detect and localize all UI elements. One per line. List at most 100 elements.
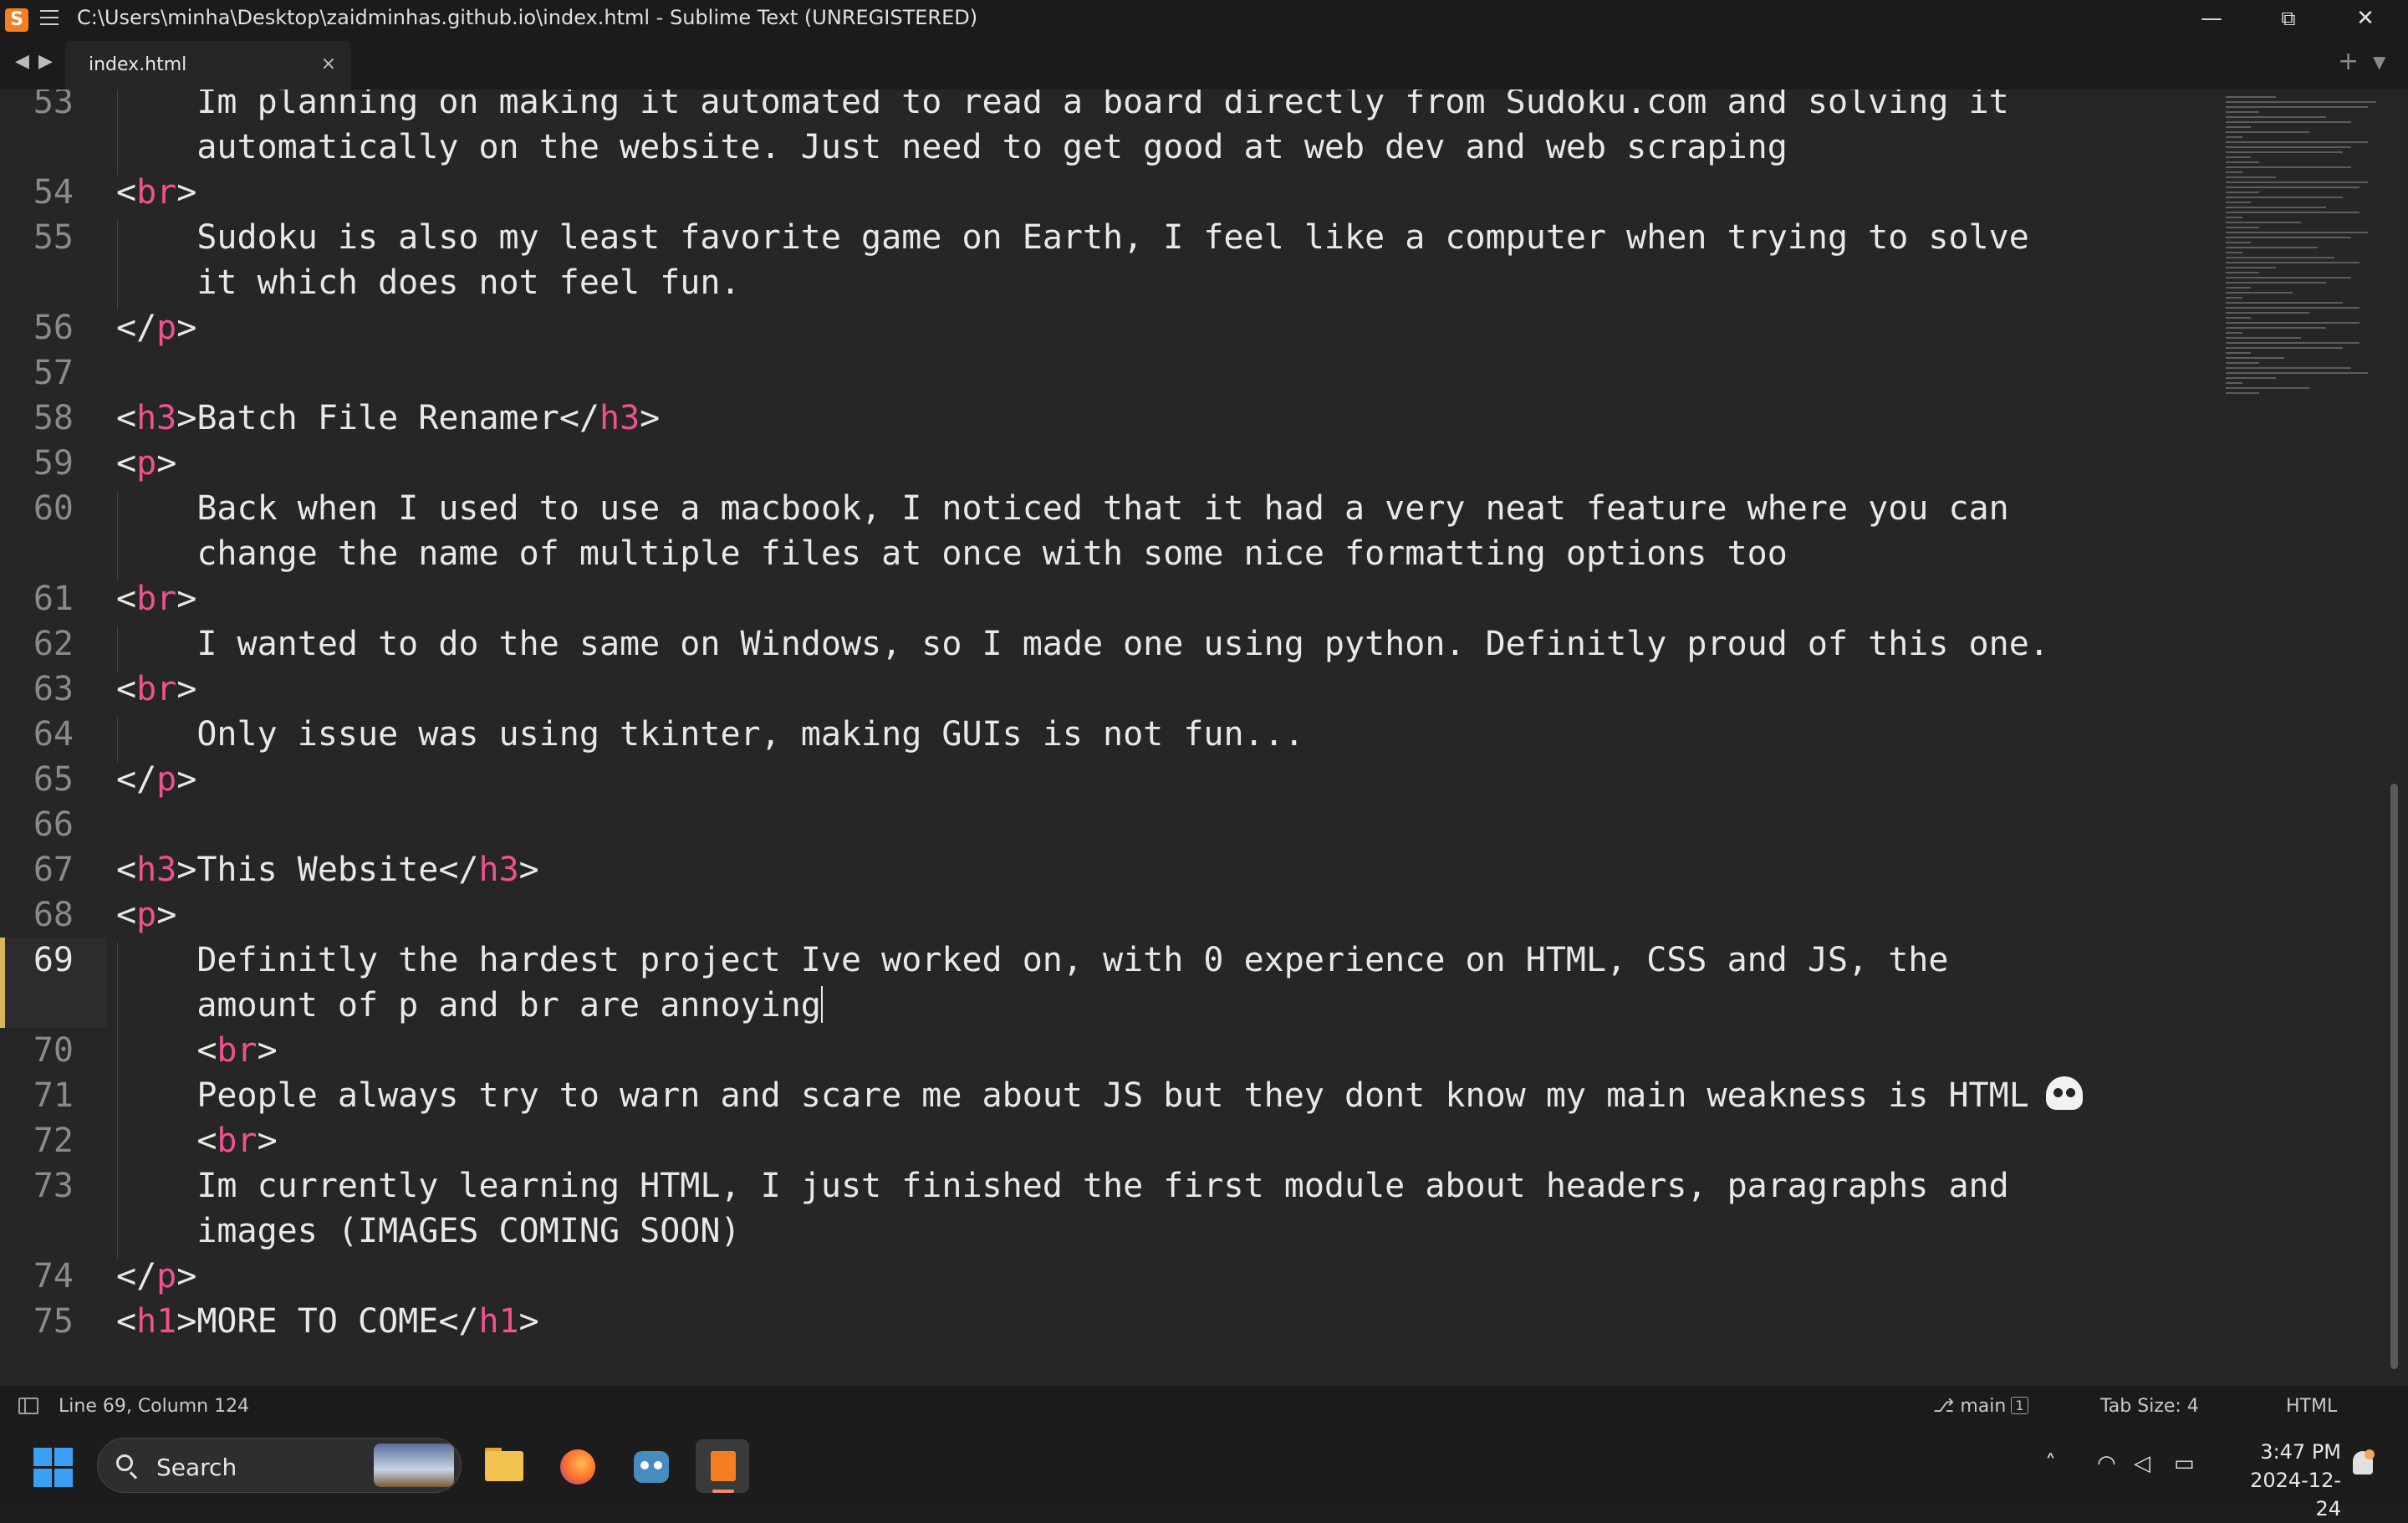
minimize-button[interactable]: — — [2174, 0, 2249, 38]
code-line[interactable]: </p> — [116, 1254, 196, 1299]
minimap-line — [2226, 126, 2251, 128]
minimap-line — [2226, 322, 2360, 324]
code-line[interactable]: it which does not feel fun. — [116, 260, 740, 305]
vertical-scrollbar[interactable] — [2390, 784, 2398, 1369]
code-line[interactable]: <br> — [116, 576, 196, 621]
code-line[interactable]: <br> — [116, 667, 196, 712]
minimap[interactable] — [2221, 89, 2388, 457]
line-number: 69 — [33, 941, 74, 979]
code-line[interactable]: People always try to warn and scare me a… — [116, 1073, 2083, 1118]
close-button[interactable]: ✕ — [2328, 0, 2403, 38]
line-number: 75 — [33, 1302, 74, 1341]
minimap-line — [2226, 197, 2343, 198]
code-line[interactable]: Im currently learning HTML, I just finis… — [116, 1163, 2008, 1209]
line-number: 62 — [33, 625, 74, 663]
wifi-icon[interactable]: ◠ — [2097, 1451, 2116, 1476]
code-line[interactable]: <h1>MORE TO COME</h1> — [116, 1299, 539, 1344]
minimap-line — [2226, 171, 2242, 173]
line-number: 64 — [33, 715, 74, 754]
minimap-line — [2226, 317, 2251, 319]
minimap-line — [2226, 327, 2326, 329]
code-line[interactable]: Definitly the hardest project Ive worked… — [116, 938, 1948, 983]
minimap-line — [2226, 106, 2368, 108]
minimap-line — [2226, 292, 2293, 294]
minimap-line — [2226, 116, 2326, 118]
firefox-icon[interactable] — [550, 1439, 604, 1493]
code-line[interactable]: Back when I used to use a macbook, I not… — [116, 486, 2008, 531]
minimap-line — [2226, 247, 2318, 248]
line-number: 68 — [33, 896, 74, 934]
text-cursor — [820, 986, 823, 1023]
syntax-mode[interactable]: HTML — [2286, 1396, 2337, 1417]
indent-guide — [117, 130, 118, 175]
taskbar-search[interactable]: Search — [97, 1438, 462, 1493]
branch-name: main — [1960, 1396, 2007, 1417]
branch-count-badge: 1 — [2011, 1397, 2028, 1414]
code-line[interactable]: <br> — [116, 1028, 277, 1073]
search-placeholder: Search — [156, 1454, 237, 1481]
minimap-line — [2226, 136, 2242, 138]
volume-icon[interactable]: ◁ — [2134, 1451, 2150, 1476]
skull-emoji-icon — [2045, 1076, 2083, 1110]
code-line[interactable]: <br> — [116, 1118, 277, 1163]
indent-guide — [117, 220, 118, 265]
minimap-line — [2226, 187, 2360, 188]
indent-guide — [117, 1033, 118, 1078]
new-tab-icon[interactable]: + — [2338, 47, 2359, 76]
indent-guide — [117, 1123, 118, 1168]
code-line[interactable]: amount of p and br are annoying — [116, 983, 823, 1028]
code-line[interactable]: Im planning on making it automated to re… — [116, 89, 2008, 125]
minimap-line — [2226, 242, 2251, 243]
line-number: 71 — [33, 1076, 74, 1115]
branch-icon: ⎇ — [1933, 1396, 1955, 1417]
chevron-up-icon[interactable]: ˄ — [2045, 1451, 2056, 1476]
tab-list-icon[interactable]: ▼ — [2373, 52, 2385, 72]
forward-arrow-icon[interactable]: ▶ — [38, 51, 53, 72]
minimap-line — [2226, 372, 2368, 374]
code-line[interactable]: </p> — [116, 305, 196, 350]
tab-size[interactable]: Tab Size: 4 — [2100, 1396, 2199, 1417]
minimap-line — [2226, 382, 2242, 384]
line-number: 58 — [33, 399, 74, 437]
clock-time: 3:47 PM — [2260, 1440, 2341, 1464]
minimap-line — [2226, 237, 2351, 238]
minimap-line — [2226, 287, 2251, 289]
minimap-line — [2226, 377, 2276, 379]
sublime-text-taskbar-icon[interactable] — [696, 1439, 749, 1493]
back-arrow-icon[interactable]: ◀ — [15, 51, 29, 72]
notification-bell-icon[interactable] — [2353, 1449, 2375, 1474]
code-line[interactable]: I wanted to do the same on Windows, so I… — [116, 621, 2049, 667]
clock[interactable]: 3:47 PM 2024-12-24 — [2241, 1438, 2341, 1523]
restore-button[interactable]: ⧉ — [2251, 0, 2326, 38]
code-line[interactable]: <br> — [116, 170, 196, 215]
code-line[interactable]: change the name of multiple files at onc… — [116, 531, 1787, 576]
git-branch[interactable]: ⎇ main 1 — [1933, 1396, 2028, 1417]
godot-icon[interactable] — [624, 1439, 677, 1493]
minimap-line — [2226, 252, 2242, 253]
line-number: 61 — [33, 580, 74, 618]
code-line[interactable]: <p> — [116, 441, 176, 486]
code-line[interactable]: Sudoku is also my least favorite game on… — [116, 215, 2028, 260]
line-number: 74 — [33, 1257, 74, 1296]
editor-area[interactable]: 53 Im planning on making it automated to… — [0, 89, 2408, 1386]
menu-icon[interactable] — [40, 10, 59, 27]
tab-index-html[interactable]: index.html × — [65, 41, 351, 89]
cursor-position: Line 69, Column 124 — [59, 1396, 250, 1417]
toggle-sidebar-icon[interactable] — [18, 1398, 38, 1414]
tab-close-icon[interactable]: × — [321, 54, 336, 74]
code-line[interactable]: images (IMAGES COMING SOON) — [116, 1209, 740, 1254]
minimap-line — [2226, 161, 2259, 163]
battery-icon[interactable]: ▭ — [2174, 1451, 2195, 1476]
code-line[interactable]: </p> — [116, 757, 196, 802]
sublime-text-icon[interactable]: S — [5, 8, 28, 32]
code-line[interactable]: Only issue was using tkinter, making GUI… — [116, 712, 1304, 757]
file-explorer-icon[interactable] — [477, 1439, 530, 1493]
windows-start-icon[interactable] — [33, 1448, 74, 1488]
code-line[interactable]: <p> — [116, 892, 176, 938]
code-line[interactable]: <h3>Batch File Renamer</h3> — [116, 396, 660, 441]
code-line[interactable]: automatically on the website. Just need … — [116, 125, 1787, 170]
code-line[interactable]: <h3>This Website</h3> — [116, 847, 539, 892]
line-number: 63 — [33, 670, 74, 708]
minimap-line — [2226, 352, 2251, 354]
line-number: 54 — [33, 173, 74, 212]
